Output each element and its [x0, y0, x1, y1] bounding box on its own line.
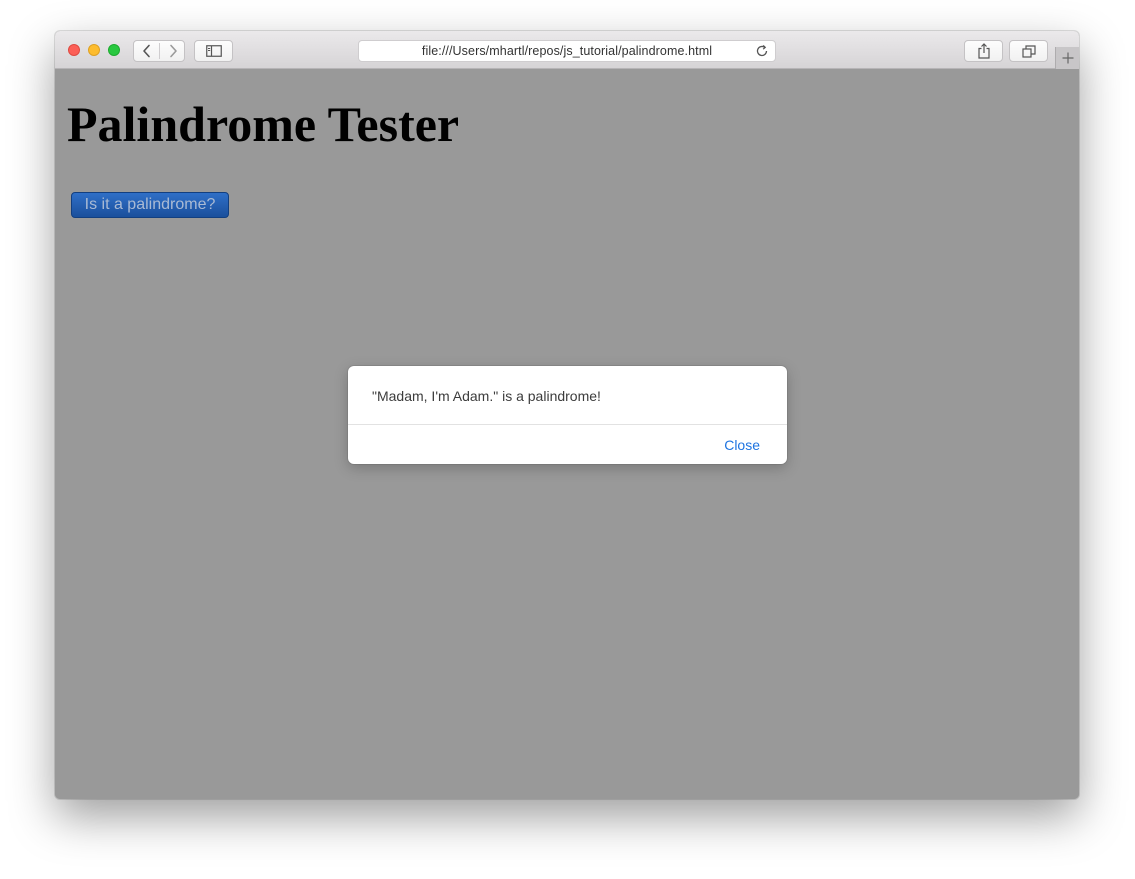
minimize-window-button[interactable] — [88, 44, 100, 56]
browser-toolbar: file:///Users/mhartl/repos/js_tutorial/p… — [55, 31, 1079, 69]
forward-button[interactable] — [160, 41, 185, 61]
share-icon — [977, 43, 990, 59]
navigation-buttons — [133, 40, 185, 62]
reload-button[interactable] — [755, 44, 769, 63]
show-all-tabs-button[interactable] — [1009, 40, 1048, 62]
plus-icon — [1062, 52, 1073, 64]
chevron-left-icon — [142, 44, 150, 58]
palindrome-check-button[interactable]: Is it a palindrome? — [71, 192, 229, 218]
reload-icon — [756, 44, 768, 57]
dialog-message: "Madam, I'm Adam." is a palindrome! — [372, 388, 601, 404]
sidebar-icon — [205, 45, 222, 57]
zoom-window-button[interactable] — [108, 44, 120, 56]
share-button[interactable] — [964, 40, 1003, 62]
tabs-overview-icon — [1021, 44, 1036, 58]
chevron-right-icon — [169, 44, 177, 58]
dialog-close-button[interactable]: Close — [724, 437, 760, 453]
page-content: Palindrome Tester Is it a palindrome? "M… — [55, 69, 1079, 799]
back-button[interactable] — [134, 41, 159, 61]
browser-window: file:///Users/mhartl/repos/js_tutorial/p… — [55, 31, 1079, 799]
close-window-button[interactable] — [68, 44, 80, 56]
new-tab-button[interactable] — [1055, 47, 1079, 69]
alert-dialog: "Madam, I'm Adam." is a palindrome! Clos… — [348, 366, 787, 464]
address-url: file:///Users/mhartl/repos/js_tutorial/p… — [421, 44, 713, 58]
page-title: Palindrome Tester — [67, 96, 460, 152]
address-bar[interactable]: file:///Users/mhartl/repos/js_tutorial/p… — [358, 40, 776, 62]
sidebar-button[interactable] — [194, 40, 233, 62]
dialog-divider — [348, 424, 787, 425]
